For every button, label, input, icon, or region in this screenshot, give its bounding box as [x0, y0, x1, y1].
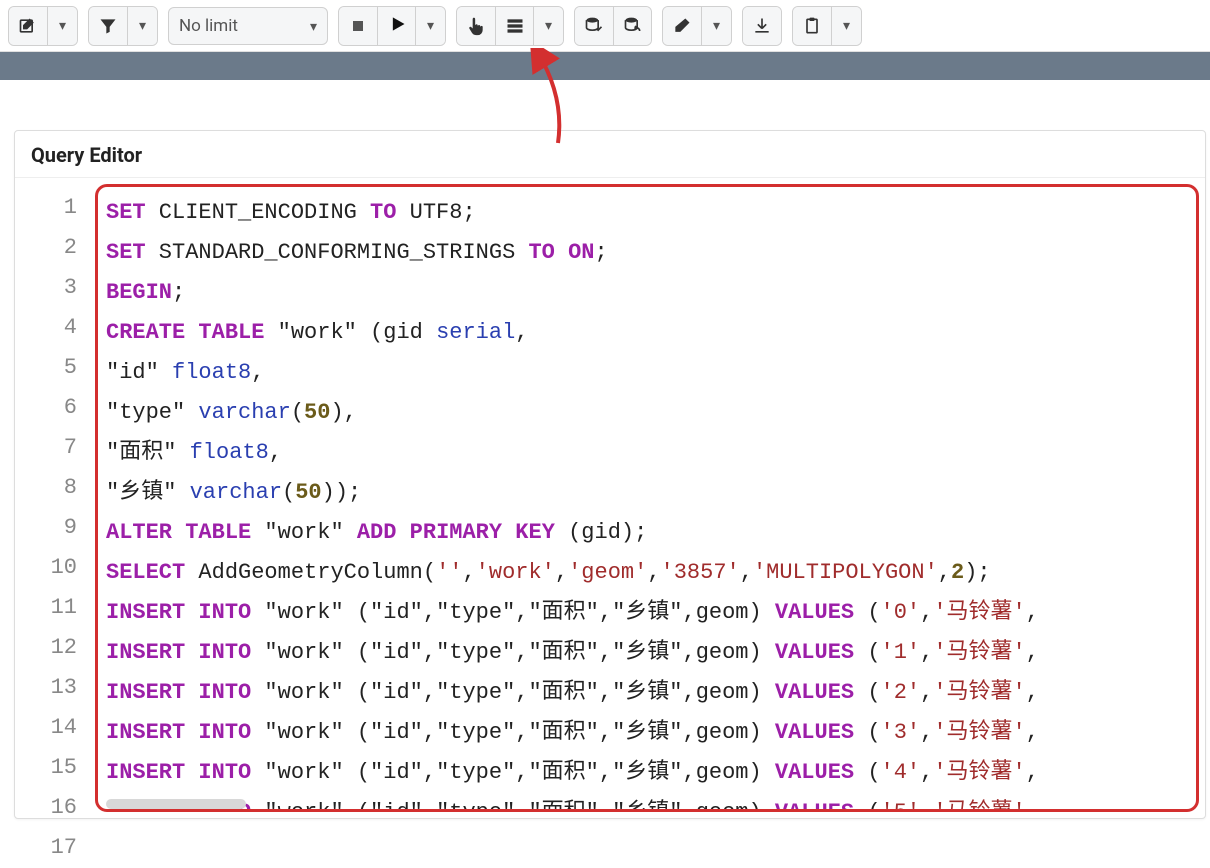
horizontal-scrollbar[interactable]	[106, 799, 246, 809]
explain-analyze-button[interactable]	[495, 7, 533, 45]
query-editor-panel: Query Editor 1234567891011121314151617 S…	[14, 130, 1206, 819]
filter-dropdown[interactable]	[127, 7, 157, 45]
rollback-button[interactable]	[613, 7, 651, 45]
edit-dropdown[interactable]	[47, 7, 77, 45]
edit-button[interactable]	[9, 7, 47, 45]
code-highlight-box: SET CLIENT_ENCODING TO UTF8;SET STANDARD…	[95, 184, 1199, 812]
run-button[interactable]	[377, 7, 415, 45]
copy-dropdown[interactable]	[831, 7, 861, 45]
execute-group	[338, 6, 446, 46]
rows-limit-select[interactable]: No limit	[168, 7, 328, 45]
eraser-icon	[672, 16, 692, 36]
toolbar: No limit	[0, 0, 1210, 52]
panel-title: Query Editor	[15, 131, 1205, 178]
download-icon	[752, 16, 772, 36]
copy-group	[792, 6, 862, 46]
explain-button[interactable]	[457, 7, 495, 45]
commit-button[interactable]	[575, 7, 613, 45]
clear-group	[662, 6, 732, 46]
pencil-square-icon	[18, 16, 38, 36]
filter-button[interactable]	[89, 7, 127, 45]
explain-dropdown[interactable]	[533, 7, 563, 45]
secondary-bar	[0, 52, 1210, 80]
funnel-icon	[98, 16, 118, 36]
download-button[interactable]	[743, 7, 781, 45]
play-icon	[387, 14, 407, 34]
filter-group	[88, 6, 158, 46]
rows-limit-label: No limit	[179, 16, 238, 36]
run-dropdown[interactable]	[415, 7, 445, 45]
code-content[interactable]: SET CLIENT_ENCODING TO UTF8;SET STANDARD…	[106, 193, 1188, 812]
database-undo-icon	[623, 16, 643, 36]
stop-button[interactable]	[339, 7, 377, 45]
edit-group	[8, 6, 78, 46]
download-group	[742, 6, 782, 46]
hand-pointer-icon	[466, 16, 486, 36]
copy-button[interactable]	[793, 7, 831, 45]
clear-button[interactable]	[663, 7, 701, 45]
transaction-group	[574, 6, 652, 46]
list-icon	[505, 16, 525, 36]
clear-dropdown[interactable]	[701, 7, 731, 45]
explain-group	[456, 6, 564, 46]
database-check-icon	[584, 16, 604, 36]
chevron-down-icon	[310, 16, 317, 36]
clipboard-icon	[802, 16, 822, 36]
code-editor[interactable]: 1234567891011121314151617 SET CLIENT_ENC…	[15, 178, 1205, 818]
stop-icon	[348, 16, 368, 36]
line-gutter: 1234567891011121314151617	[15, 178, 95, 818]
